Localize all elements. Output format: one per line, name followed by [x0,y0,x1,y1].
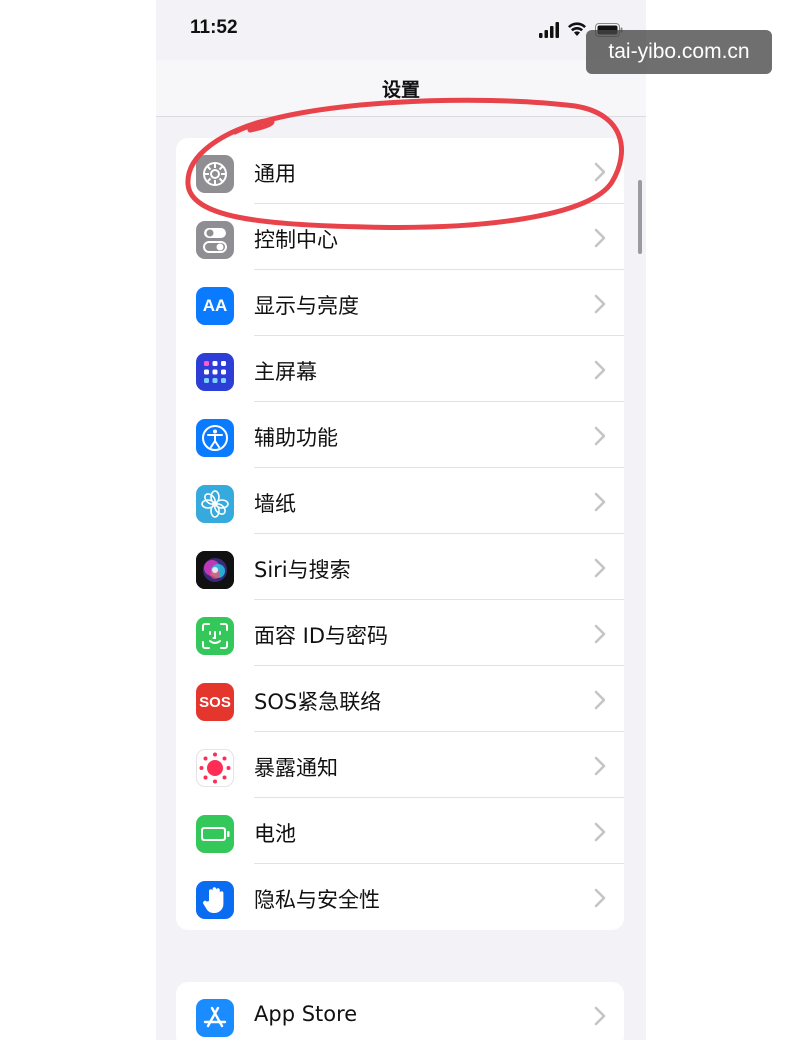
chevron-right-icon [594,756,606,776]
toggle-icon [196,221,234,259]
navigation-bar: 设置 [156,60,646,117]
settings-row-label: 隐私与安全性 [254,888,380,912]
settings-row[interactable]: 暴露通知 [176,732,624,798]
status-bar: 11:52 [156,0,646,60]
settings-row-label: 暴露通知 [254,756,338,780]
status-time: 11:52 [190,17,238,38]
chevron-right-icon [594,624,606,644]
settings-row-label: 控制中心 [254,228,338,252]
gear-icon [196,155,234,193]
wifi-icon [568,22,586,36]
chevron-right-icon [594,294,606,314]
hand-icon [196,881,234,919]
aa-text-icon: AA [196,287,234,325]
battery-icon [196,815,234,853]
settings-row[interactable]: 电池 [176,798,624,864]
settings-row[interactable]: Siri与搜索 [176,534,624,600]
settings-row[interactable]: 主屏幕 [176,336,624,402]
settings-row[interactable]: 面容 ID与密码 [176,600,624,666]
chevron-right-icon [594,426,606,446]
scrollbar[interactable] [638,180,642,254]
phone-screen: 11:52 设置 通用 控制中心 AA 显示与亮度 主屏幕 辅助功能 墙纸 Si… [156,0,646,1040]
settings-row[interactable]: 控制中心 [176,204,624,270]
settings-row[interactable]: 通用 [176,138,624,204]
settings-row[interactable]: App Store [176,982,624,1040]
settings-row-label: 显示与亮度 [254,294,359,318]
chevron-right-icon [594,228,606,248]
flower-icon [196,485,234,523]
exposure-icon [196,749,234,787]
settings-group-general: 通用控制中心 AA 显示与亮度主屏幕辅助功能墙纸 Siri与搜索面容 ID与密码 SOS… [176,138,624,930]
settings-row-label: SOS紧急联络 [254,690,382,714]
settings-row[interactable]: AA 显示与亮度 [176,270,624,336]
settings-row-label: 墙纸 [254,492,296,516]
settings-row-label: Siri与搜索 [254,558,351,582]
settings-group-store: App Store [176,982,624,1040]
sos-icon: SOS [196,683,234,721]
settings-row[interactable]: 辅助功能 [176,402,624,468]
chevron-right-icon [594,558,606,578]
cellular-signal-icon [539,22,559,38]
settings-row-label: 通用 [254,162,296,186]
face-id-icon [196,617,234,655]
chevron-right-icon [594,888,606,908]
watermark-label: tai-yibo.com.cn [586,30,772,74]
chevron-right-icon [594,360,606,380]
accessibility-icon [196,419,234,457]
page-title: 设置 [381,79,420,101]
screenshot-canvas: 11:52 设置 通用 控制中心 AA 显示与亮度 主屏幕 辅助功能 墙纸 Si… [0,0,800,1040]
chevron-right-icon [594,492,606,512]
chevron-right-icon [594,162,606,182]
settings-row-label: App Store [254,1002,358,1026]
settings-row-label: 电池 [254,822,296,846]
siri-icon [196,551,234,589]
settings-row[interactable]: 隐私与安全性 [176,864,624,930]
settings-row[interactable]: SOS SOS紧急联络 [176,666,624,732]
app-store-icon [196,999,234,1037]
chevron-right-icon [594,690,606,710]
home-grid-icon [196,353,234,391]
settings-row-label: 面容 ID与密码 [254,624,389,648]
settings-row-label: 主屏幕 [254,360,317,384]
settings-row-label: 辅助功能 [254,426,338,450]
aa-text-icon-text: AA [202,296,228,315]
sos-icon-text: SOS [199,693,231,711]
settings-row[interactable]: 墙纸 [176,468,624,534]
chevron-right-icon [594,822,606,842]
chevron-right-icon [594,1006,606,1026]
